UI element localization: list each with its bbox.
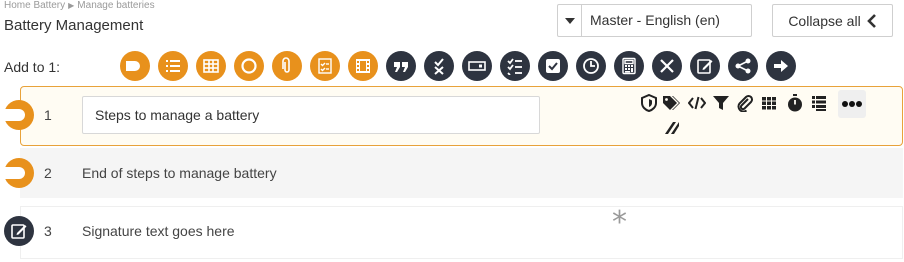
filter-icon [713,96,729,110]
input-field-icon [468,61,486,71]
language-select[interactable]: Master - English (en) [557,4,752,37]
tags-icon [663,96,680,110]
add-checklist-dark-button[interactable] [500,51,530,81]
format-action[interactable] [662,118,680,136]
language-select-value: Master - English (en) [590,12,720,28]
step-text[interactable]: End of steps to manage battery [82,165,277,181]
add-tools-button[interactable] [652,51,682,81]
filter-action[interactable] [712,94,730,112]
add-next-button[interactable] [766,51,796,81]
timer-action[interactable] [786,94,804,112]
add-input-field-button[interactable] [462,51,492,81]
add-share-button[interactable] [728,51,758,81]
signature-icon [11,224,27,239]
stopwatch-icon [788,94,802,112]
step-icon [4,109,25,121]
quote-icon [394,62,408,72]
add-quote-button[interactable] [386,51,416,81]
share-icon [735,58,751,74]
table-icon [203,59,219,73]
row-number: 3 [44,223,52,239]
signature-badge [4,216,34,246]
tags-action[interactable] [662,94,680,112]
breadcrumb-home[interactable]: Home Battery [4,0,65,11]
caret-down-icon [564,17,575,24]
paperclip-icon [737,94,754,112]
checklist-icon [507,58,522,75]
code-icon [688,96,706,110]
required-asterisk: * [612,205,627,240]
more-button[interactable] [838,90,866,118]
step-badge [4,158,34,188]
attachment-action[interactable] [736,94,754,112]
breadcrumb: Home Battery ▶ Manage batteries [4,0,155,11]
code-action[interactable] [688,94,706,112]
step-badge [4,100,34,130]
shield-icon [641,94,657,112]
add-signature-button[interactable] [690,51,720,81]
breadcrumb-current[interactable]: Manage batteries [77,0,154,11]
step-icon [4,167,25,179]
dropdown-toggle[interactable] [558,5,582,36]
step-icon [126,61,140,71]
chevron-left-icon [866,13,876,28]
tools-icon [660,59,674,73]
circle-icon [241,58,257,74]
add-circle-button[interactable] [234,51,264,81]
add-media-button[interactable] [348,51,378,81]
film-icon [356,59,370,73]
more-icon [842,101,862,107]
breadcrumb-separator: ▶ [68,1,75,10]
clock-icon [583,58,599,74]
signature-icon [697,59,713,74]
layers-action[interactable] [810,94,828,112]
step-text-input[interactable]: Steps to manage a battery [82,96,540,134]
shield-action[interactable] [640,94,658,112]
add-calculator-button[interactable] [614,51,644,81]
add-list-button[interactable] [158,51,188,81]
add-step-button[interactable] [120,51,150,81]
add-table-button[interactable] [196,51,226,81]
slash-icon [665,122,679,134]
checklist-icon [318,58,332,74]
signature-text[interactable]: Signature text goes here [82,223,235,239]
layers-icon [812,96,826,111]
checkbox-icon [546,59,560,73]
check-cross-icon [434,58,444,75]
grid-action[interactable] [760,94,778,112]
add-checklist-button[interactable] [310,51,340,81]
list-icon [166,60,180,72]
page-title: Battery Management [4,17,144,34]
add-attachment-button[interactable] [272,51,302,81]
calculator-icon [622,57,636,75]
attachment-icon [282,57,290,73]
row-number: 2 [44,165,52,181]
row-number: 1 [44,107,52,123]
add-to-label: Add to 1: [4,59,61,75]
add-checkbox-button[interactable] [538,51,568,81]
collapse-all-label: Collapse all [788,12,861,29]
grid-icon [762,97,776,110]
collapse-all-button[interactable]: Collapse all [772,4,893,37]
add-clock-button[interactable] [576,51,606,81]
add-check-cross-button[interactable] [424,51,454,81]
arrow-right-icon [774,60,788,72]
